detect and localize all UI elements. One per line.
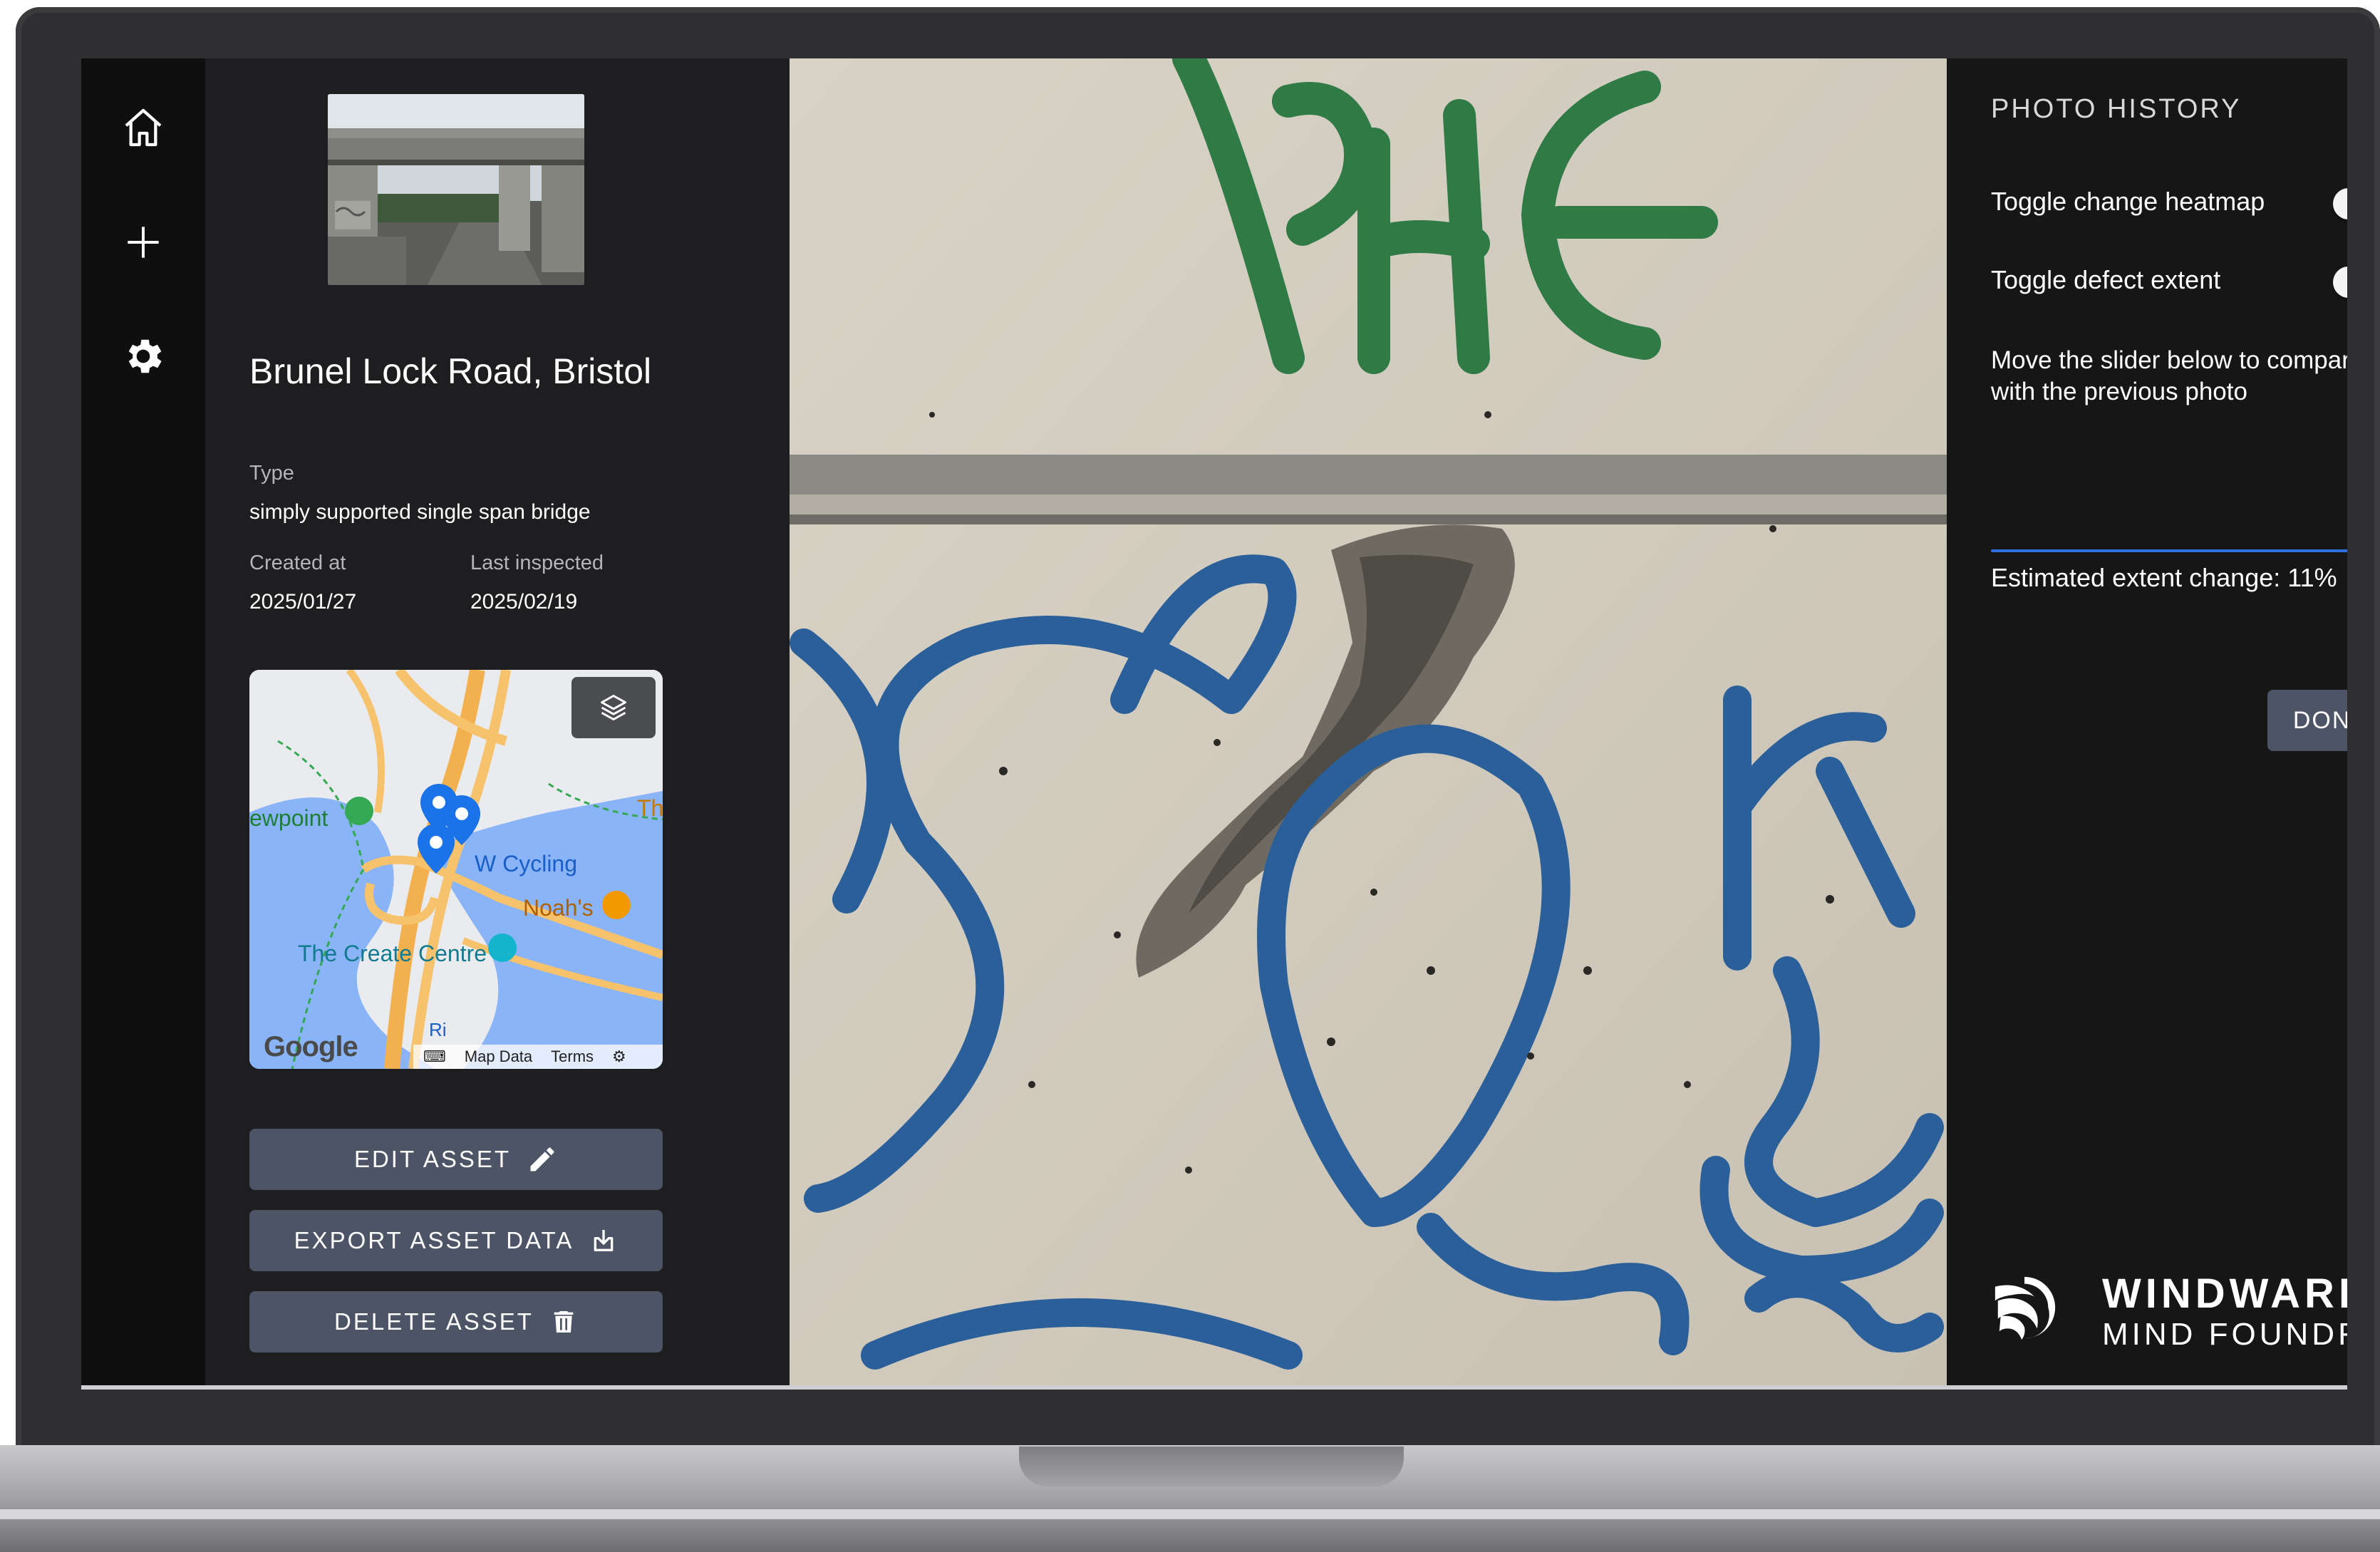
- inspection-photo[interactable]: [790, 58, 1947, 1385]
- terms-link[interactable]: Terms: [551, 1047, 594, 1066]
- extent-change-text: Estimated extent change: 11%: [1991, 563, 2337, 592]
- gear-icon: [128, 339, 162, 373]
- photo-history-title: PHOTO HISTORY: [1991, 94, 2242, 124]
- inspected-label: Last inspected: [470, 552, 604, 574]
- delete-asset-button[interactable]: DELETE ASSET: [249, 1291, 663, 1352]
- add-asset-button[interactable]: [111, 210, 175, 274]
- brand-name-top: WINDWARD: [2102, 1271, 2347, 1317]
- compare-slider-track: [1991, 549, 2347, 552]
- inspected-value: 2025/02/19: [470, 590, 578, 614]
- compare-slider[interactable]: [1991, 540, 2347, 562]
- photo-history-panel: PHOTO HISTORY Toggle change heatmap Togg…: [1947, 58, 2347, 1385]
- home-button[interactable]: [111, 95, 175, 160]
- defect-toggle-knob: [2333, 267, 2347, 298]
- map-label-cycling: W Cycling: [475, 851, 578, 876]
- type-label: Type: [249, 462, 294, 485]
- map-data-link[interactable]: Map Data: [465, 1047, 532, 1066]
- heatmap-toggle-knob: [2333, 188, 2347, 219]
- plus-icon: [128, 227, 159, 258]
- map-label-viewpoint: ewpoint: [249, 805, 328, 831]
- heatmap-toggle-label: Toggle change heatmap: [1991, 187, 2265, 216]
- map-layers-button[interactable]: [571, 677, 656, 738]
- layers-icon: [601, 695, 626, 720]
- done-button[interactable]: DONE: [2267, 690, 2347, 751]
- slider-instruction: Move the slider below to compare with th…: [1991, 346, 2347, 405]
- created-value: 2025/01/27: [249, 590, 357, 614]
- trash-icon: [554, 1311, 574, 1333]
- map-settings-icon[interactable]: ⚙: [612, 1047, 626, 1066]
- type-value: simply supported single span bridge: [249, 500, 591, 524]
- laptop-base-lip: [0, 1509, 2380, 1519]
- defect-toggle[interactable]: [2333, 267, 2347, 298]
- map-label-th: Th: [637, 795, 663, 821]
- icon-rail: [81, 58, 205, 1385]
- edit-asset-button[interactable]: EDIT ASSET: [249, 1129, 663, 1190]
- export-asset-label: EXPORT ASSET DATA: [294, 1227, 574, 1253]
- heatmap-toggle[interactable]: [2333, 188, 2347, 219]
- asset-map[interactable]: ewpoint W Cycling Noah's The Create Cent…: [249, 670, 663, 1069]
- home-icon: [125, 108, 162, 147]
- asset-thumbnail[interactable]: [328, 94, 584, 285]
- download-icon: [594, 1230, 614, 1251]
- asset-panel: Brunel Lock Road, Bristol Type simply su…: [205, 58, 790, 1385]
- created-label: Created at: [249, 552, 346, 574]
- map-label-noahs: Noah's: [523, 895, 594, 921]
- brand-name-bottom: MIND FOUNDRY: [2102, 1317, 2347, 1352]
- defect-toggle-label: Toggle defect extent: [1991, 265, 2221, 294]
- windward-logo-icon: [1994, 1276, 2056, 1340]
- pencil-icon: [530, 1147, 554, 1171]
- map-footer: ⌨ Map Data Terms ⚙: [413, 1045, 663, 1069]
- map-label-ri: Ri: [429, 1019, 447, 1040]
- app-screen: Brunel Lock Road, Bristol Type simply su…: [81, 58, 2347, 1390]
- settings-button[interactable]: [111, 324, 175, 388]
- map-pins[interactable]: [418, 784, 503, 898]
- map-label-create-centre: The Create Centre: [298, 941, 487, 966]
- export-asset-data-button[interactable]: EXPORT ASSET DATA: [249, 1210, 663, 1271]
- delete-asset-label: DELETE ASSET: [334, 1308, 534, 1335]
- laptop-notch: [1019, 1447, 1404, 1486]
- google-logo: Google: [264, 1031, 358, 1062]
- asset-title: Brunel Lock Road, Bristol: [249, 351, 652, 391]
- edit-asset-label: EDIT ASSET: [353, 1146, 512, 1172]
- keyboard-icon[interactable]: ⌨: [423, 1047, 446, 1066]
